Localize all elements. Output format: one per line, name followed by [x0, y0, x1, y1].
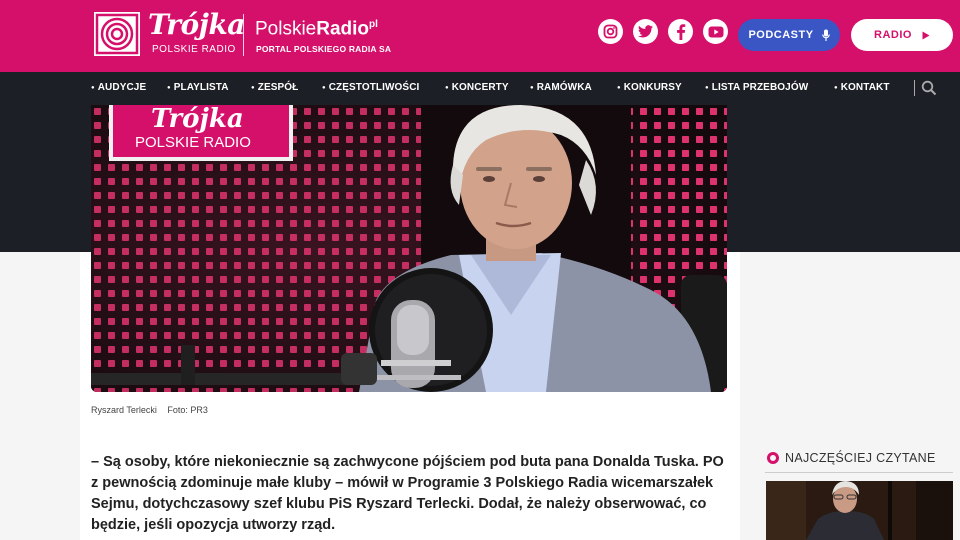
- brand-subtitle: POLSKIE RADIO: [152, 44, 236, 55]
- instagram-icon[interactable]: [598, 19, 623, 44]
- most-read-thumbnail[interactable]: [766, 481, 953, 540]
- nav-item-czestotliwosci[interactable]: CZĘSTOTLIWOŚCI: [322, 82, 420, 93]
- nav-item-koncerty[interactable]: KONCERTY: [445, 82, 509, 93]
- caption-person: Ryszard Terlecki: [91, 405, 157, 415]
- facebook-icon[interactable]: [668, 19, 693, 44]
- photo-caption: Ryszard Terlecki Foto: PR3: [91, 405, 208, 415]
- nav-item-ramowka[interactable]: RAMÓWKA: [530, 82, 592, 93]
- portal-subtitle: PORTAL POLSKIEGO RADIA SA: [256, 44, 392, 54]
- studio-sign-brand: Trójka: [151, 105, 244, 134]
- trojka-logo-icon[interactable]: [94, 12, 140, 56]
- nav-item-playlista[interactable]: PLAYLISTA: [167, 82, 229, 93]
- radio-button[interactable]: RADIO: [851, 19, 953, 51]
- play-icon: [922, 31, 930, 39]
- caption-credit: Foto: PR3: [167, 405, 208, 415]
- most-read-divider: [765, 472, 953, 473]
- nav-separator: [914, 80, 915, 96]
- header-divider: [243, 14, 244, 56]
- microphone-icon: [821, 29, 830, 41]
- article-photo[interactable]: Trójka POLSKIE RADIO: [91, 105, 727, 392]
- radio-label: RADIO: [874, 29, 912, 41]
- most-read-header: NAJCZĘŚCIEJ CZYTANE: [767, 451, 936, 465]
- youtube-icon[interactable]: [703, 19, 728, 44]
- nav-item-lista-przebojow[interactable]: LISTA PRZEBOJÓW: [705, 82, 808, 93]
- portal-name-light: Polskie: [255, 18, 317, 40]
- nav-item-audycje[interactable]: AUDYCJE: [91, 82, 146, 93]
- top-header: Trójka POLSKIE RADIO PolskieRadiopl PORT…: [0, 0, 960, 72]
- portal-name-bold: Radio: [316, 18, 370, 40]
- search-icon[interactable]: [921, 80, 937, 101]
- podcasty-label: PODCASTY: [748, 29, 814, 41]
- nav-item-kontakt[interactable]: KONTAKT: [834, 82, 890, 93]
- article-lead: – Są osoby, które niekoniecznie są zachw…: [91, 454, 724, 533]
- portal-suffix: pl: [369, 19, 378, 30]
- circle-icon: [767, 452, 779, 464]
- studio-sign-subtitle: POLSKIE RADIO: [135, 134, 251, 151]
- nav-item-konkursy[interactable]: KONKURSY: [617, 82, 682, 93]
- nav-item-zespol[interactable]: ZESPÓŁ: [251, 82, 299, 93]
- twitter-icon[interactable]: [633, 19, 658, 44]
- portal-logo[interactable]: PolskieRadiopl: [255, 14, 378, 40]
- podcasty-button[interactable]: PODCASTY: [738, 19, 840, 51]
- most-read-title: NAJCZĘŚCIEJ CZYTANE: [785, 451, 936, 465]
- brand-name[interactable]: Trójka: [148, 10, 245, 40]
